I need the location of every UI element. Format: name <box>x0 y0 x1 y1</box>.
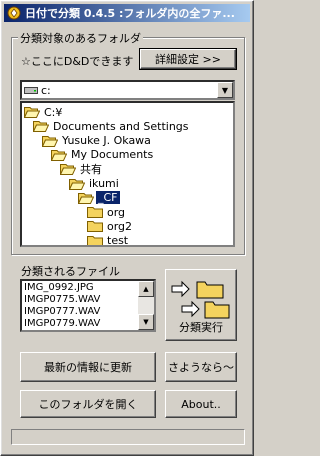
source-folder-legend: 分類対象のあるフォルダ <box>18 30 143 46</box>
detail-settings-button[interactable]: 詳細設定 >> <box>139 48 237 70</box>
drop-hint-label: ☆ここにD&Dできます <box>21 55 134 68</box>
folder-icon <box>87 235 103 245</box>
window-title: 日付で分類 0.4.5 :フォルダ内の全ファ... <box>25 7 235 20</box>
detail-settings-label: 詳細設定 >> <box>155 53 221 66</box>
about-button[interactable]: About.. <box>165 390 237 418</box>
scroll-down-button[interactable]: ▼ <box>138 314 154 330</box>
classify-button[interactable]: 分類実行 <box>165 269 237 341</box>
folder-icon <box>87 207 103 219</box>
drive-select-value: c: <box>41 83 51 97</box>
refresh-button[interactable]: 最新の情報に更新 <box>20 352 156 382</box>
open-folder-button[interactable]: このフォルダを開く <box>20 390 156 418</box>
file-list-item[interactable]: IMGP0777.WAV <box>24 306 100 318</box>
folder-open-icon <box>33 121 49 133</box>
tree-item-label: Yusuke J. Okawa <box>62 134 151 148</box>
tree-item[interactable]: test <box>87 233 130 247</box>
tree-item-label: My Documents <box>71 148 154 162</box>
folder-icon <box>87 221 103 233</box>
tree-item-label: org <box>107 205 126 219</box>
hard-drive-icon <box>24 87 38 94</box>
scroll-up-button[interactable]: ▲ <box>138 281 154 297</box>
folder-open-icon <box>78 192 94 204</box>
file-list[interactable]: IMG_0992.JPG IMGP0775.WAV IMGP0777.WAV IMGP… <box>20 279 156 332</box>
folder-open-icon <box>51 149 67 161</box>
move-folder-arrows-icon <box>171 280 230 319</box>
app-icon[interactable] <box>7 6 21 20</box>
goodbye-button[interactable]: さようなら〜 <box>165 352 237 382</box>
goodbye-label: さようなら〜 <box>168 361 234 374</box>
classify-label: 分類実行 <box>179 321 223 334</box>
folder-open-icon <box>69 178 85 190</box>
tree-item-label: test <box>107 234 129 247</box>
file-list-scrollbar[interactable]: ▲ ▼ <box>138 281 154 330</box>
open-folder-label: このフォルダを開く <box>38 398 138 411</box>
file-list-item[interactable]: IMG_0992.JPG <box>24 282 94 294</box>
file-list-item[interactable]: IMGP0779.WAV <box>24 318 100 330</box>
chevron-down-icon[interactable]: ▼ <box>217 82 233 98</box>
drive-select[interactable]: c: ▼ <box>20 80 235 100</box>
tree-item-label: _CF <box>96 191 120 205</box>
folder-open-icon <box>42 135 58 147</box>
tree-item-label: org2 <box>107 219 133 233</box>
about-label: About.. <box>181 397 221 411</box>
title-bar[interactable]: 日付で分類 0.4.5 :フォルダ内の全ファ... <box>4 4 250 22</box>
app-window: 日付で分類 0.4.5 :フォルダ内の全ファ... 分類対象のあるフォルダ ☆こ… <box>0 0 254 456</box>
status-bar <box>11 429 245 445</box>
file-list-item[interactable]: IMGP0775.WAV <box>24 294 100 306</box>
refresh-label: 最新の情報に更新 <box>44 361 132 374</box>
tree-item-label: C:¥ <box>44 105 63 119</box>
folder-open-icon <box>60 164 76 176</box>
files-label: 分類されるファイル <box>21 265 120 278</box>
folder-open-icon <box>24 107 40 118</box>
folder-tree[interactable]: C:¥ Documents and Settings Yusuke J. Okawa… <box>20 101 235 247</box>
tree-item-label: ikumi <box>89 177 119 190</box>
tree-item-label: Documents and Settings <box>53 119 189 133</box>
